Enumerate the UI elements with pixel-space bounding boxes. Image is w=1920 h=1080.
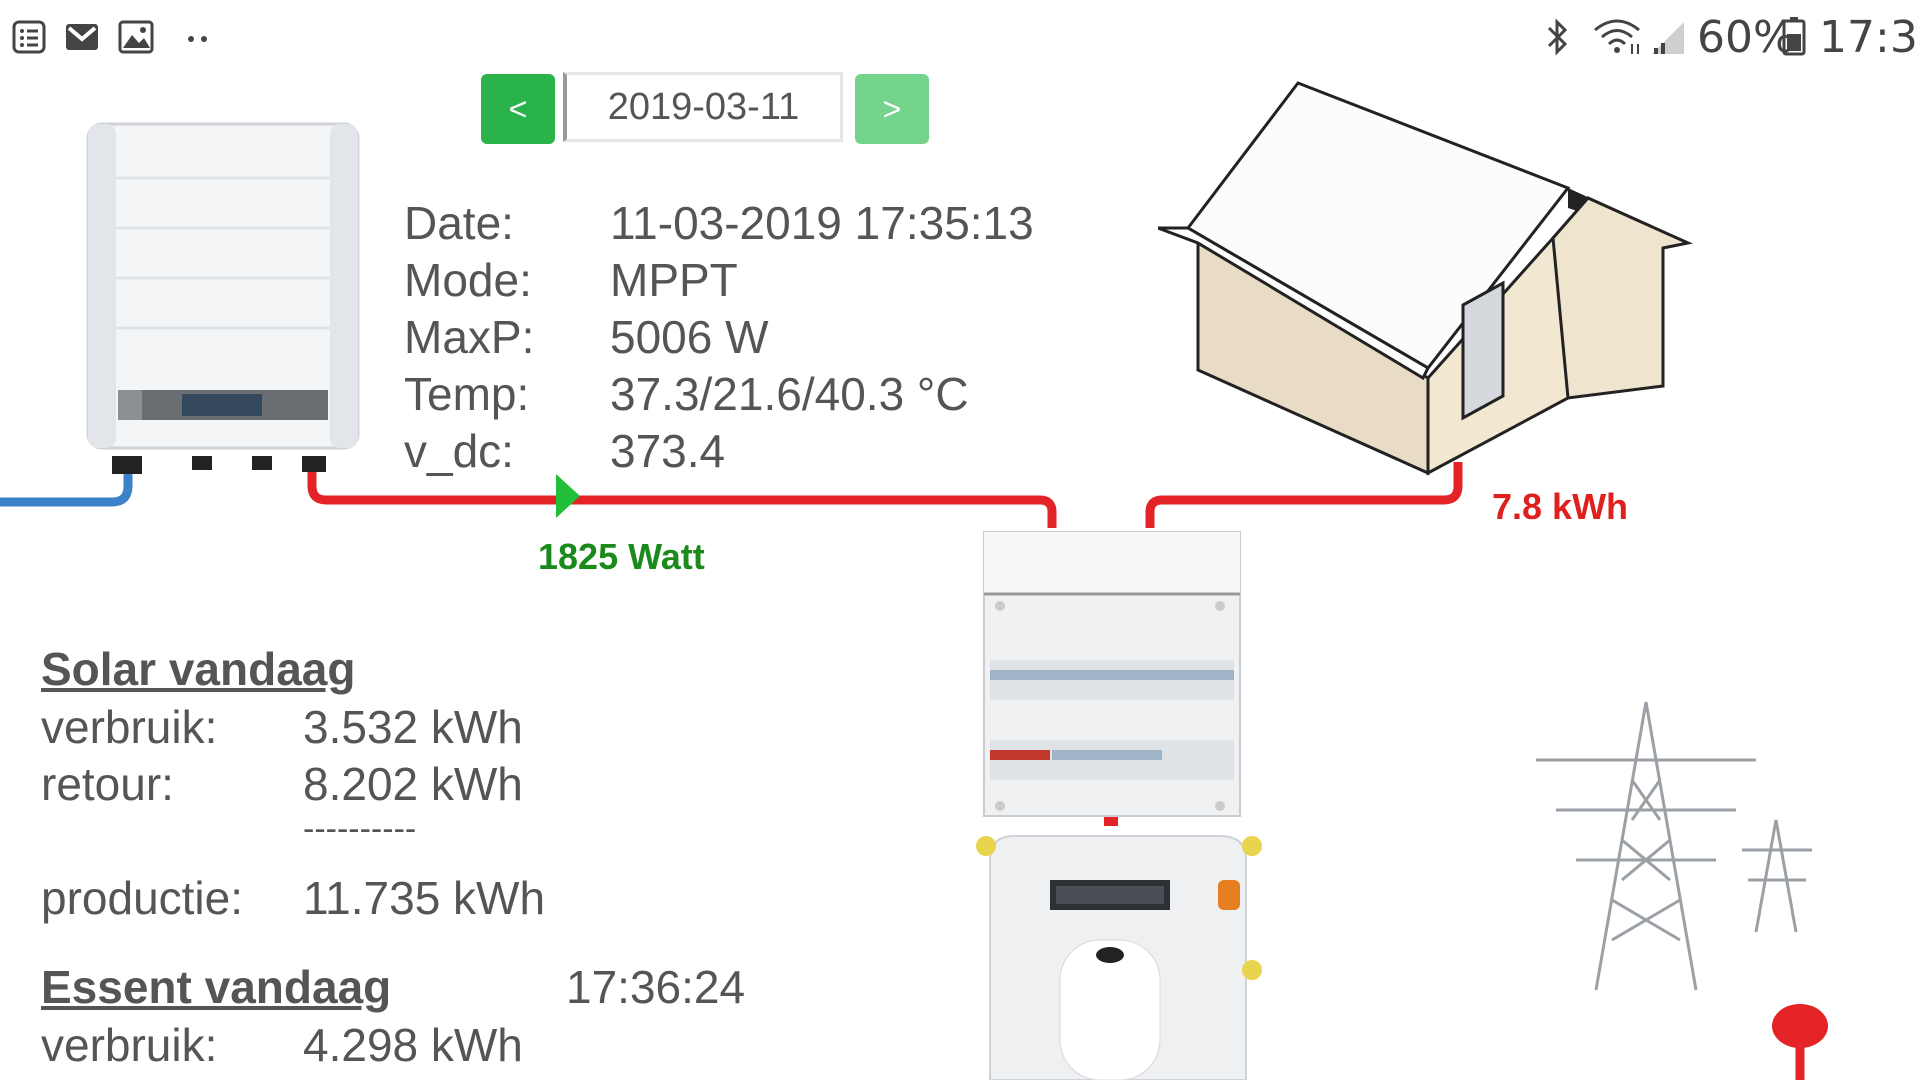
solar-power-label: 1825 Watt — [538, 536, 705, 577]
solar-return-value: 8.202 kWh — [303, 758, 523, 810]
house-energy-label: 7.8 kWh — [1492, 486, 1629, 527]
flow-arrow-icon — [556, 474, 580, 518]
power-pylon-icon — [1536, 701, 1812, 991]
inverter-icon — [86, 122, 360, 474]
solar-production-label: productie: — [41, 872, 244, 924]
grid-pin-icon — [1772, 1004, 1828, 1048]
solar-separator: ---------- — [303, 810, 417, 848]
info-label-date: Date: — [404, 197, 514, 249]
solar-usage-value: 3.532 kWh — [303, 701, 523, 753]
info-label-mode: Mode: — [404, 254, 532, 306]
info-value-maxp: 5006 W — [610, 311, 769, 363]
info-value-mode: MPPT — [610, 254, 738, 306]
info-label-vdc: v_dc: — [404, 425, 514, 477]
solar-return-label: retour: — [41, 758, 174, 810]
essent-time: 17:36:24 — [566, 961, 746, 1013]
essent-usage-value: 4.298 kWh — [303, 1019, 523, 1071]
solar-usage-label: verbruik: — [41, 701, 218, 753]
info-value-temp: 37.3/21.6/40.3 °C — [610, 368, 969, 420]
electricity-meter-icon — [976, 835, 1262, 1080]
solar-production-value: 11.735 kWh — [303, 872, 546, 924]
essent-today-title: Essent vandaag — [41, 961, 392, 1013]
info-value-vdc: 373.4 — [610, 425, 726, 477]
distribution-board-icon — [983, 531, 1241, 817]
solar-today-title: Solar vandaag — [41, 643, 356, 695]
house-icon — [1158, 81, 1693, 476]
info-label-maxp: MaxP: — [404, 311, 535, 363]
info-value-date: 11-03-2019 17:35:13 — [610, 197, 1034, 249]
essent-usage-label: verbruik: — [41, 1019, 218, 1071]
info-label-temp: Temp: — [404, 368, 530, 420]
